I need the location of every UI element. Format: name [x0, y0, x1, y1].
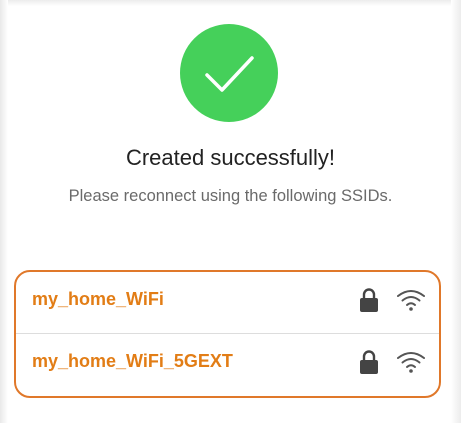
page-title: Created successfully!: [125, 145, 336, 170]
card-shadow-right: [451, 0, 461, 423]
checkmark-icon: [205, 56, 254, 92]
card-shadow-left: [0, 0, 8, 423]
wifi-icon: [397, 290, 425, 311]
lock-icon: [360, 288, 378, 312]
success-dialog: Created successfully! Please reconnect u…: [0, 0, 461, 423]
instruction-text: Please reconnect using the following SSI…: [68, 187, 393, 205]
card-shadow-top: [0, 0, 461, 6]
wifi-icon: [397, 352, 425, 373]
ssid-list-item[interactable]: my_home_WiFi: [16, 272, 439, 332]
ssid-list-item[interactable]: my_home_WiFi_5GEXT: [16, 334, 439, 394]
checkmark-circle-icon: [180, 24, 278, 122]
ssid-name: my_home_WiFi: [32, 289, 164, 309]
lock-icon: [360, 350, 378, 374]
ssid-list: my_home_WiFi my_home_WiFi_5GEXT: [14, 270, 441, 398]
ssid-name: my_home_WiFi_5GEXT: [32, 351, 233, 371]
